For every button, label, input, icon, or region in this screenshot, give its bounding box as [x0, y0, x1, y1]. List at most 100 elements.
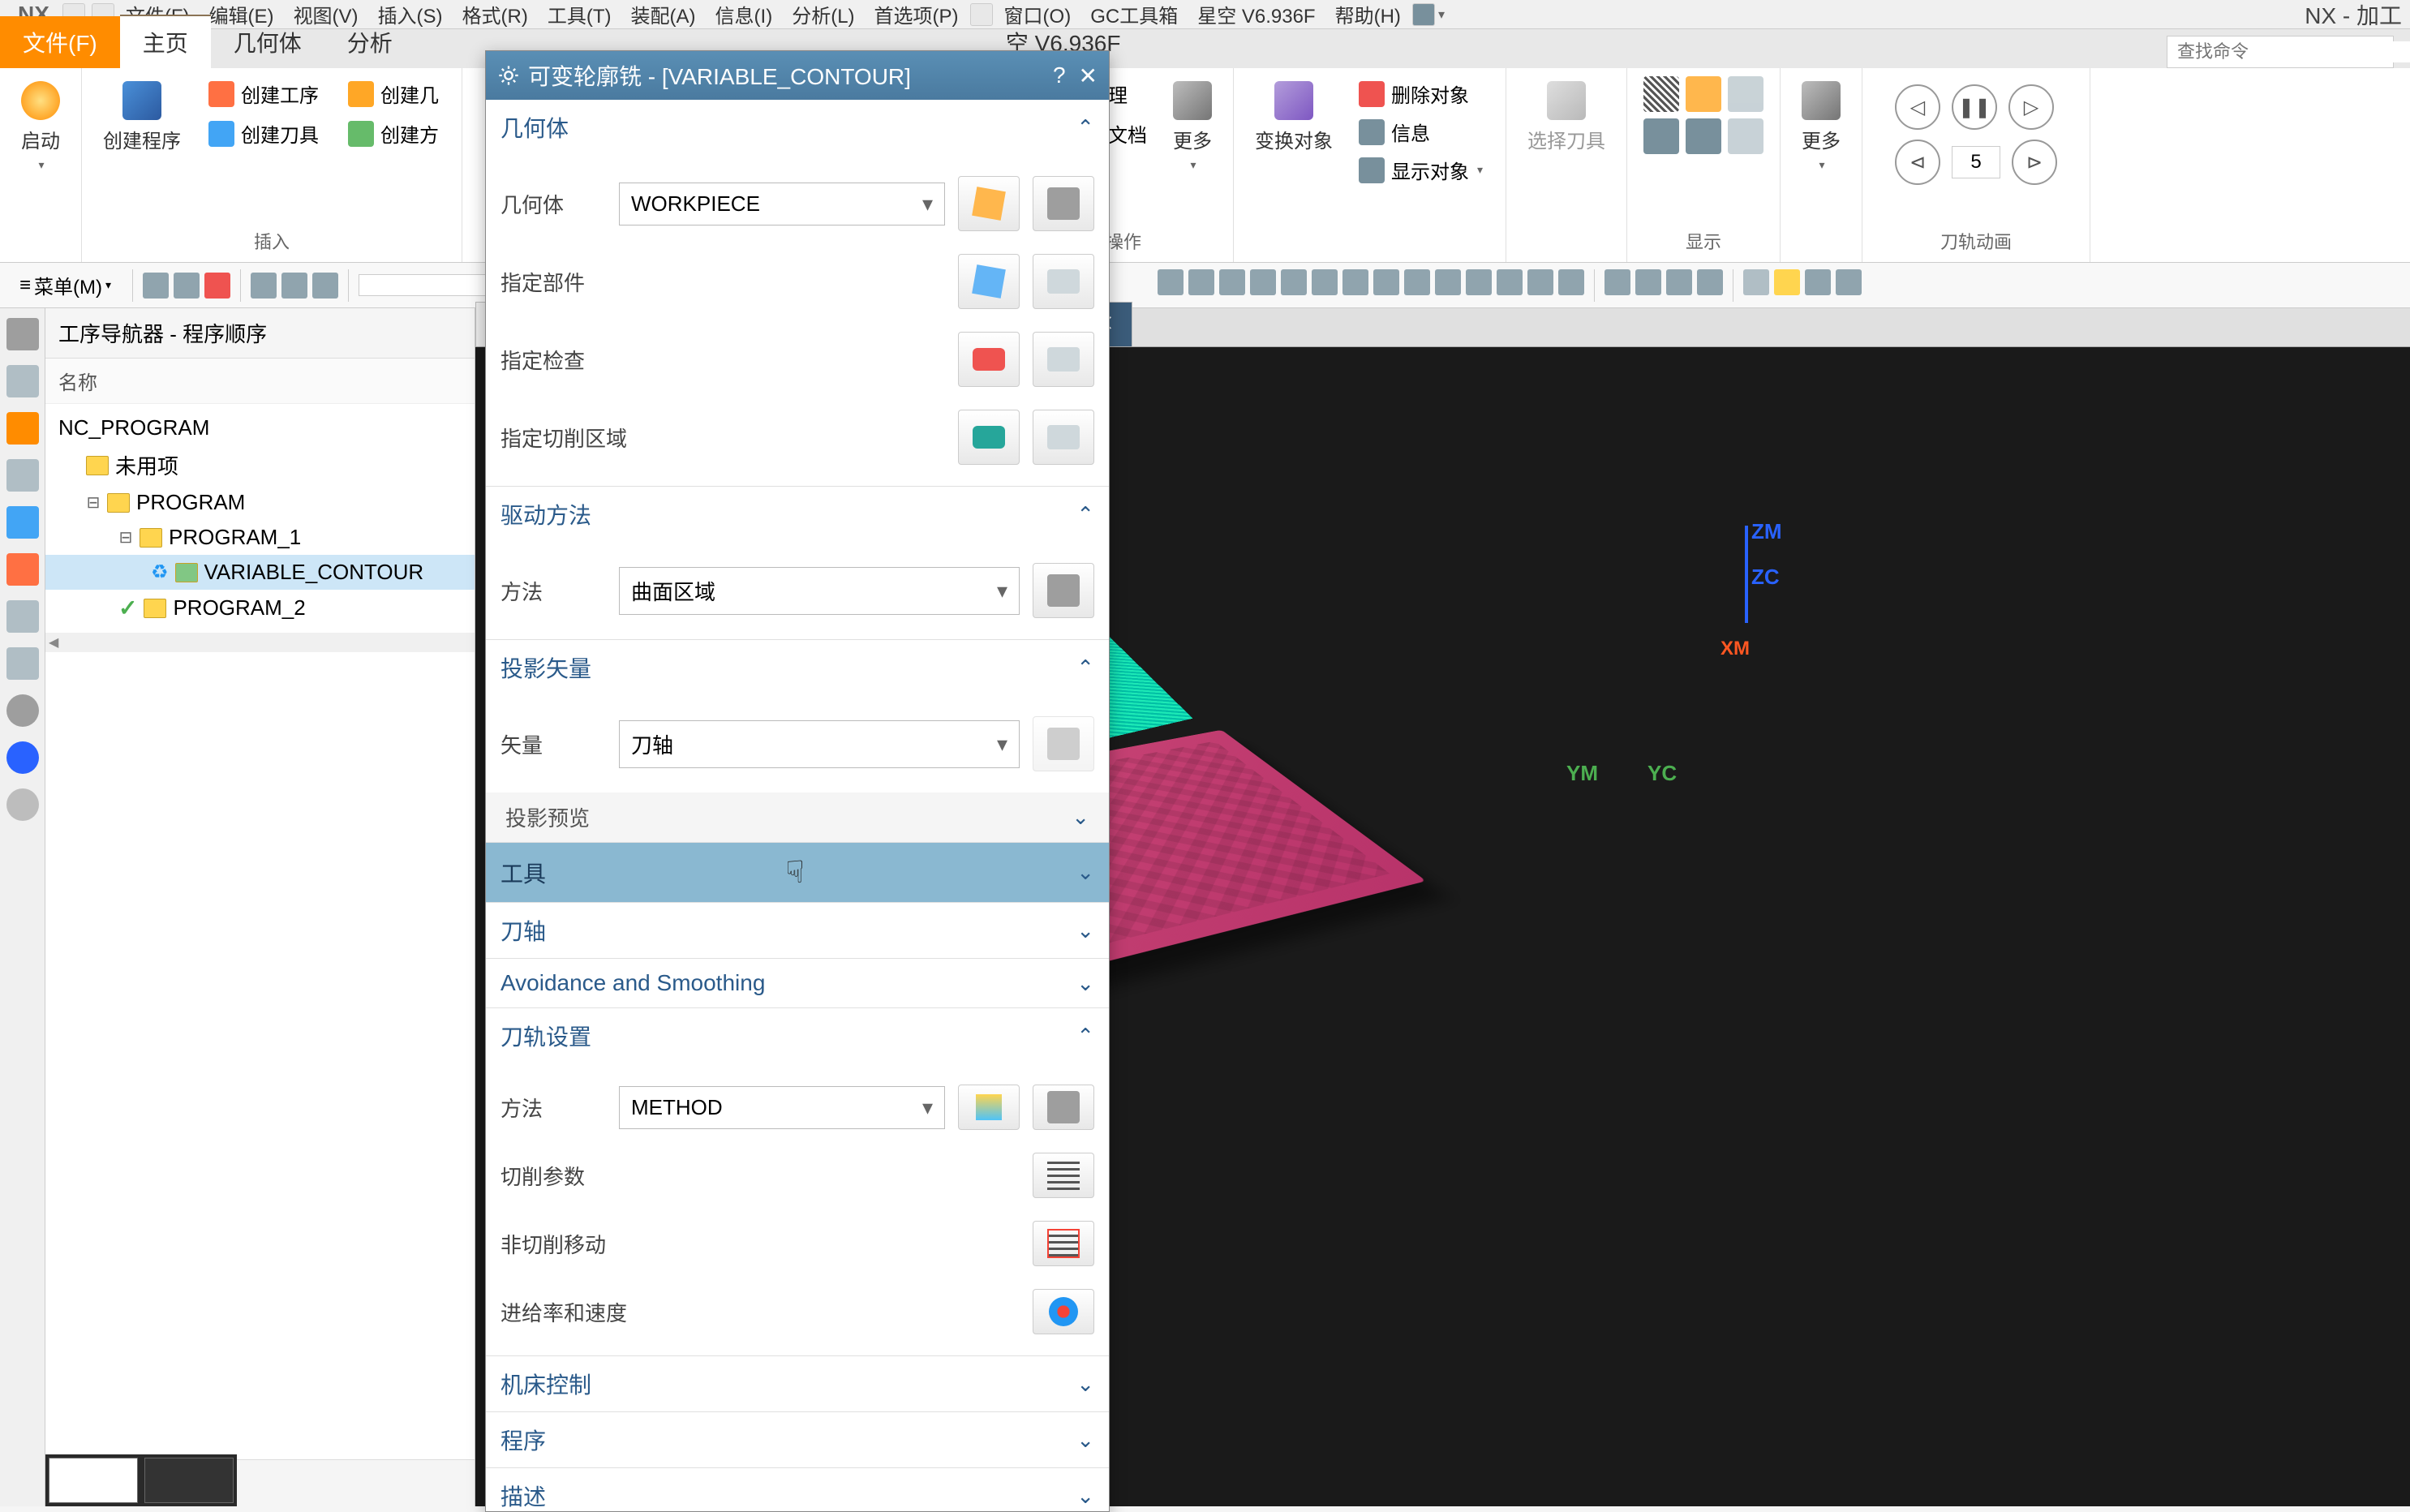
info-button[interactable]: 信息 — [1352, 114, 1489, 149]
vt-gear-icon[interactable] — [6, 318, 39, 350]
close-icon[interactable]: ✕ — [1079, 62, 1098, 89]
horizontal-scrollbar[interactable] — [45, 633, 475, 652]
menu-tools[interactable]: 工具(T) — [539, 0, 620, 32]
tb2-render-4[interactable] — [1836, 269, 1862, 295]
save-icon[interactable] — [1412, 3, 1435, 26]
tab-analysis[interactable]: 分析 — [324, 16, 415, 68]
thumbnail-2[interactable] — [144, 1458, 234, 1503]
help-icon[interactable]: ? — [1053, 62, 1066, 89]
tb2-render-1[interactable] — [1743, 269, 1769, 295]
tb2-shape-10[interactable] — [1435, 269, 1461, 295]
drive-method-header[interactable]: 驱动方法 ⌃ — [486, 487, 1109, 542]
tb2-icon-4[interactable] — [251, 273, 277, 299]
specify-cutarea-display-button[interactable] — [1033, 410, 1094, 465]
thumbnail-1[interactable] — [49, 1458, 138, 1503]
tree-program[interactable]: ⊟ PROGRAM — [45, 485, 475, 520]
vt-clock-icon[interactable] — [6, 788, 39, 821]
program-section-header[interactable]: 程序 ⌄ — [486, 1412, 1109, 1467]
specify-check-button[interactable] — [958, 332, 1020, 387]
tree-unused[interactable]: 未用项 — [45, 445, 475, 485]
launch-button[interactable]: 启动 ▾ — [16, 76, 65, 177]
path-settings-header[interactable]: 刀轨设置 ⌃ — [486, 1008, 1109, 1063]
tb2-shape-7[interactable] — [1342, 269, 1368, 295]
menu-assembly[interactable]: 装配(A) — [623, 0, 704, 32]
frame-input[interactable] — [1952, 146, 2000, 178]
tb2-icon-5[interactable] — [281, 273, 307, 299]
vt-tree-icon[interactable] — [6, 506, 39, 539]
display-icon-2[interactable] — [1643, 118, 1679, 154]
tb2-shape-3[interactable] — [1219, 269, 1245, 295]
cut-params-button[interactable] — [1033, 1153, 1094, 1198]
tab-home[interactable]: 主页 — [120, 15, 211, 68]
create-geom-button[interactable]: 创建几 — [342, 76, 445, 111]
method-select[interactable]: METHOD ▾ — [619, 1086, 945, 1129]
tb2-icon-2[interactable] — [174, 273, 200, 299]
geometry-show-button[interactable] — [958, 176, 1020, 231]
create-method-button[interactable]: 创建方 — [342, 116, 445, 151]
menu-preferences[interactable]: 首选项(P) — [866, 0, 967, 32]
tool-section-header[interactable]: 工具 ☟ ⌄ — [486, 843, 1109, 902]
tree-program-2[interactable]: ✓ PROGRAM_2 — [45, 590, 475, 626]
tb2-shape-14[interactable] — [1558, 269, 1584, 295]
method-edit-button[interactable] — [1033, 1085, 1094, 1130]
skip-forward-button[interactable]: ⊳ — [2012, 140, 2057, 185]
tb2-view-2[interactable] — [1635, 269, 1661, 295]
expand-icon[interactable]: ⊟ — [86, 492, 101, 513]
step-forward-button[interactable]: ▷ — [2008, 84, 2054, 130]
save-dropdown-icon[interactable]: ▾ — [1438, 6, 1445, 23]
vt-layers-icon[interactable] — [6, 459, 39, 492]
tb2-shape-5[interactable] — [1281, 269, 1307, 295]
menu-help[interactable]: 帮助(H) — [1327, 0, 1409, 32]
vector-select[interactable]: 刀轴 ▾ — [619, 720, 1020, 768]
tb2-shape-11[interactable] — [1466, 269, 1492, 295]
tb2-view-1[interactable] — [1605, 269, 1630, 295]
search-input[interactable] — [2177, 41, 2410, 62]
geometry-edit-button[interactable] — [1033, 176, 1094, 231]
tb2-shape-12[interactable] — [1497, 269, 1523, 295]
vt-info-icon[interactable] — [6, 694, 39, 727]
description-header[interactable]: 描述 ⌄ — [486, 1468, 1109, 1511]
tree-program-1[interactable]: ⊟ PROGRAM_1 — [45, 520, 475, 555]
vt-part-icon[interactable] — [6, 553, 39, 586]
menu-format[interactable]: 格式(R) — [454, 0, 536, 32]
geometry-section-header[interactable]: 几何体 ⌃ — [486, 100, 1109, 155]
method-new-button[interactable] — [958, 1085, 1020, 1130]
specify-part-display-button[interactable] — [1033, 254, 1094, 309]
display-icon-5[interactable] — [1728, 76, 1763, 112]
tb2-render-3[interactable] — [1805, 269, 1831, 295]
projection-vector-header[interactable]: 投影矢量 ⌃ — [486, 640, 1109, 695]
navigator-column-header[interactable]: 名称 — [45, 359, 475, 404]
vt-box-icon[interactable] — [6, 647, 39, 680]
tree-variable-contour[interactable]: ♻ VARIABLE_CONTOUR — [45, 555, 475, 590]
create-procedure-button[interactable]: 创建工序 — [202, 76, 325, 111]
drive-method-edit-button[interactable] — [1033, 563, 1094, 618]
tb2-shape-2[interactable] — [1188, 269, 1214, 295]
display-icon-6[interactable] — [1728, 118, 1763, 154]
tree-root[interactable]: NC_PROGRAM — [45, 410, 475, 445]
create-program-button[interactable]: 创建程序 — [98, 76, 186, 158]
tb2-icon-1[interactable] — [143, 273, 169, 299]
vt-book-icon[interactable] — [6, 600, 39, 633]
tb2-shape-6[interactable] — [1312, 269, 1338, 295]
vt-globe-icon[interactable] — [6, 741, 39, 774]
display-icon-4[interactable] — [1686, 118, 1721, 154]
tb2-icon-3[interactable] — [204, 273, 230, 299]
tb2-shape-1[interactable] — [1158, 269, 1184, 295]
step-back-button[interactable]: ◁ — [1895, 84, 1940, 130]
pause-button[interactable]: ❚❚ — [1952, 84, 1997, 130]
noncut-moves-button[interactable] — [1033, 1221, 1094, 1266]
skip-back-button[interactable]: ⊲ — [1895, 140, 1940, 185]
more-button-1[interactable]: 更多 ▾ — [1168, 76, 1217, 177]
tb2-shape-9[interactable] — [1404, 269, 1430, 295]
menu-analysis[interactable]: 分析(L) — [784, 0, 862, 32]
expand-icon[interactable]: ⊟ — [118, 527, 133, 548]
display-icon-3[interactable] — [1686, 76, 1721, 112]
tb2-render-2[interactable] — [1774, 269, 1800, 295]
tb2-shape-8[interactable] — [1373, 269, 1399, 295]
projection-preview-header[interactable]: 投影预览 ⌄ — [486, 793, 1109, 842]
vt-cube-icon[interactable] — [6, 365, 39, 397]
display-object-button[interactable]: 显示对象▾ — [1352, 152, 1489, 187]
delete-object-button[interactable]: 删除对象 — [1352, 76, 1489, 111]
drive-method-select[interactable]: 曲面区域 ▾ — [619, 567, 1020, 615]
vt-navigator-icon[interactable] — [6, 412, 39, 445]
